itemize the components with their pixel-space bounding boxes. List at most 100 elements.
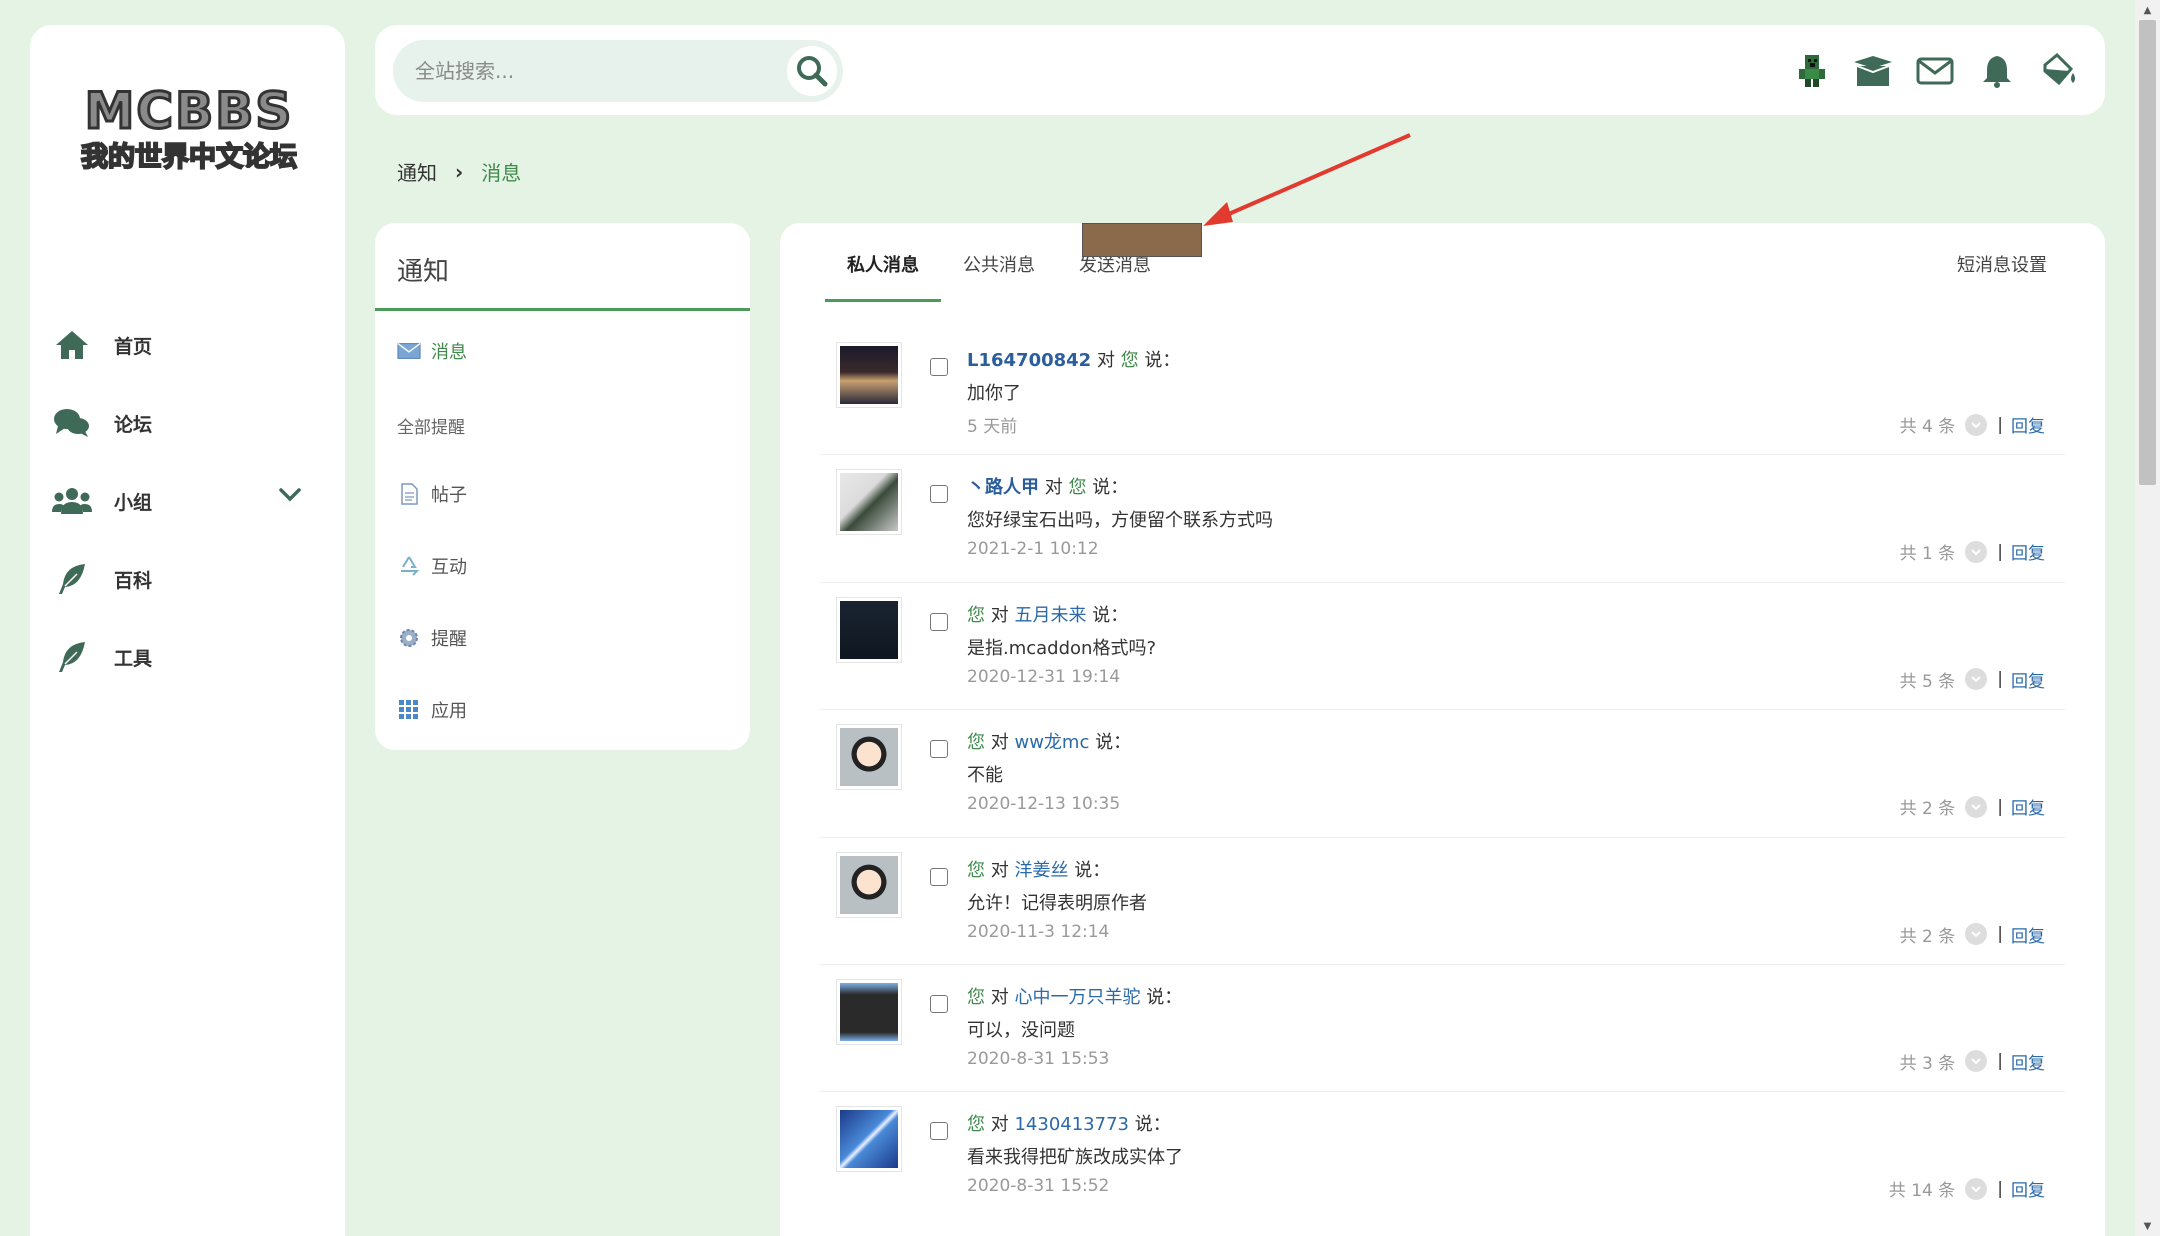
message-header: 您 对 1430413773 说：	[967, 1110, 1171, 1136]
sidebar-item-tools[interactable]: 工具	[52, 627, 322, 687]
expand-chevron-icon[interactable]	[1965, 540, 1988, 563]
message-sender[interactable]: 丶路人甲	[967, 477, 1039, 498]
message-checkbox[interactable]	[930, 612, 948, 631]
expand-chevron-icon[interactable]	[1965, 413, 1988, 436]
message-row[interactable]: 您 对 洋姜丝 说： 允许！记得表明原作者 2020-11-3 12:14 共 …	[820, 838, 2065, 965]
search-button[interactable]	[785, 44, 839, 98]
sidebar-item-groups[interactable]: 小组	[52, 471, 322, 531]
avatar-image	[840, 1110, 898, 1169]
message-connector: 对	[1096, 350, 1115, 371]
message-checkbox[interactable]	[930, 867, 948, 886]
expand-chevron-icon[interactable]	[1965, 668, 1988, 691]
message-checkbox[interactable]	[930, 358, 948, 376]
reply-link[interactable]: 回复	[2011, 1049, 2045, 1074]
message-time: 2020-11-3 12:14	[967, 921, 1110, 942]
reply-link[interactable]: 回复	[2011, 412, 2045, 437]
notice-item-reminders[interactable]: 提醒	[397, 625, 467, 651]
reply-link[interactable]: 回复	[2011, 667, 2045, 692]
expand-chevron-icon[interactable]	[1965, 923, 1988, 946]
avatar[interactable]	[836, 978, 902, 1045]
chevron-down-icon[interactable]	[278, 487, 302, 507]
message-row[interactable]: 您 对 1430413773 说： 看来我得把矿族改成实体了 2020-8-31…	[820, 1092, 2065, 1219]
tab-send-message[interactable]: 发送消息	[1057, 251, 1173, 302]
message-sender[interactable]: 您	[967, 987, 985, 1008]
message-count: 共 14 条	[1888, 1181, 1956, 1202]
message-row[interactable]: L164700842 对 您 说： 加你了 5 天前 共 4 条 | 回复	[820, 328, 2065, 456]
reply-link[interactable]: 回复	[2011, 539, 2045, 564]
mcbbs-logo[interactable]: MCBBS 我的世界中文论坛	[78, 70, 300, 180]
avatar-image	[840, 346, 898, 404]
notice-item-posts[interactable]: 帖子	[397, 481, 467, 507]
scrollbar-thumb[interactable]	[2139, 20, 2156, 485]
document-icon	[397, 482, 421, 506]
paint-bucket-icon[interactable]	[2038, 50, 2080, 92]
avatar-image	[840, 982, 898, 1041]
message-sender[interactable]: 您	[967, 732, 985, 753]
message-recipient[interactable]: 五月未来	[1014, 605, 1086, 626]
breadcrumb-root[interactable]: 通知	[397, 157, 437, 186]
message-checkbox[interactable]	[930, 1122, 948, 1141]
scroll-up-arrow-icon[interactable]: ▲	[2135, 0, 2160, 20]
search-icon	[797, 56, 828, 87]
avatar[interactable]	[836, 724, 902, 791]
message-checkbox[interactable]	[930, 485, 948, 504]
message-connector: 对	[990, 986, 1009, 1008]
chevron-right-icon: ›	[455, 159, 464, 184]
expand-chevron-icon[interactable]	[1965, 795, 1988, 818]
avatar-image	[840, 473, 898, 532]
message-recipient[interactable]: 1430413773	[1014, 1114, 1129, 1135]
message-header: 您 对 ww龙mc 说：	[967, 728, 1131, 754]
message-checkbox[interactable]	[930, 994, 948, 1013]
avatar[interactable]	[836, 469, 902, 536]
tab-public-messages[interactable]: 公共消息	[941, 251, 1057, 302]
message-body: 允许！记得表明原作者	[967, 892, 1147, 914]
message-recipient[interactable]: 心中一万只羊驼	[1014, 987, 1140, 1008]
reply-link[interactable]: 回复	[2011, 794, 2045, 819]
expand-chevron-icon[interactable]	[1965, 1050, 1988, 1073]
message-sender[interactable]: 您	[967, 1114, 985, 1135]
message-sender[interactable]: 您	[967, 605, 985, 626]
avatar[interactable]	[836, 1106, 902, 1173]
tab-private-messages[interactable]: 私人消息	[825, 251, 941, 302]
sidebar-item-wiki[interactable]: 百科	[52, 549, 322, 609]
sidebar-item-label: 工具	[114, 647, 153, 670]
scroll-down-arrow-icon[interactable]: ▼	[2135, 1216, 2160, 1236]
notice-item-apps[interactable]: 应用	[397, 697, 467, 723]
reply-link[interactable]: 回复	[2011, 922, 2045, 947]
message-recipient[interactable]: 洋姜丝	[1014, 860, 1068, 881]
message-row[interactable]: 您 对 心中一万只羊驼 说： 可以，没问题 2020-8-31 15:53 共 …	[820, 965, 2065, 1093]
message-body: 可以，没问题	[967, 1019, 1075, 1041]
avatar[interactable]	[836, 596, 902, 663]
message-body: 您好绿宝石出吗，方便留个联系方式吗	[967, 510, 1273, 532]
mail-icon[interactable]	[1914, 50, 1956, 92]
message-row[interactable]: 您 对 ww龙mc 说： 不能 2020-12-13 10:35 共 2 条 |…	[820, 710, 2065, 838]
avatar[interactable]	[836, 342, 902, 408]
message-row[interactable]: 丶路人甲 对 您 说： 您好绿宝石出吗，方便留个联系方式吗 2021-2-1 1…	[820, 455, 2065, 583]
notice-item-interactions[interactable]: 互动	[397, 553, 467, 579]
avatar[interactable]	[836, 851, 902, 918]
message-checkbox[interactable]	[930, 740, 948, 759]
message-sender[interactable]: L164700842	[967, 350, 1091, 371]
message-count: 共 2 条	[1899, 926, 1956, 947]
reply-link[interactable]: 回复	[2011, 1176, 2045, 1201]
message-recipient[interactable]: ww龙mc	[1014, 732, 1089, 753]
search-input[interactable]	[415, 52, 745, 90]
box-icon[interactable]	[1852, 50, 1894, 92]
sidebar-item-label: 首页	[114, 335, 153, 358]
message-time: 2020-12-13 10:35	[967, 794, 1121, 815]
sidebar-item-forum[interactable]: 论坛	[52, 393, 322, 453]
expand-chevron-icon[interactable]	[1965, 1177, 1988, 1200]
breadcrumb-current[interactable]: 消息	[481, 157, 521, 186]
creeper-avatar-icon[interactable]	[1790, 50, 1832, 92]
message-recipient[interactable]: 您	[1121, 350, 1139, 371]
notice-item-messages[interactable]: 消息	[397, 338, 467, 364]
sidebar-item-home[interactable]: 首页	[52, 315, 322, 375]
message-count: 共 4 条	[1899, 417, 1956, 437]
grid-icon	[397, 698, 421, 722]
message-row[interactable]: 您 对 五月未来 说： 是指.mcaddon格式吗? 2020-12-31 19…	[820, 583, 2065, 711]
scrollbar[interactable]: ▲ ▼	[2135, 0, 2160, 1236]
message-settings-link[interactable]: 短消息设置	[1957, 251, 2047, 277]
message-recipient[interactable]: 您	[1068, 477, 1086, 498]
message-sender[interactable]: 您	[967, 860, 985, 881]
bell-icon[interactable]	[1976, 50, 2018, 92]
